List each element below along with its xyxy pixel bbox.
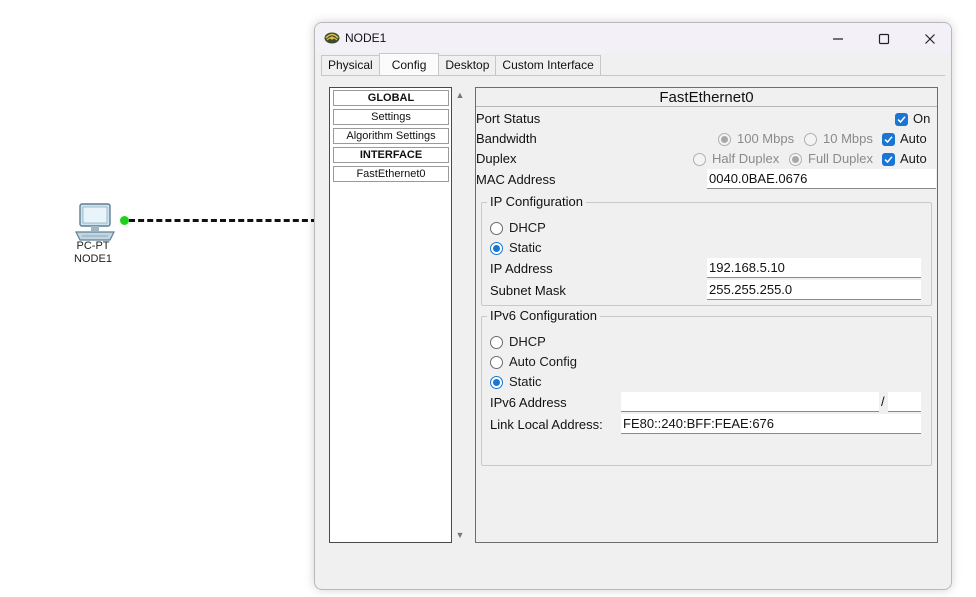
subnet-mask-field[interactable]: 255.255.255.0	[707, 280, 921, 300]
nav-item-settings[interactable]: Settings	[333, 109, 449, 125]
ipv6-prefix-slash: /	[881, 394, 885, 409]
config-nav-list: GLOBAL Settings Algorithm Settings INTER…	[329, 87, 452, 543]
link-local-address-label: Link Local Address:	[490, 417, 603, 432]
tab-custom-interface[interactable]: Custom Interface	[495, 55, 601, 75]
pc-node[interactable]: PC-PT NODE1	[68, 200, 118, 270]
close-button[interactable]	[911, 27, 949, 51]
checkbox-checked-icon	[882, 152, 895, 166]
minimize-button[interactable]	[819, 27, 857, 51]
ip-address-label: IP Address	[490, 261, 553, 276]
ipv6-prefix-field[interactable]	[888, 392, 921, 412]
bandwidth-10-radio[interactable]: 10 Mbps	[804, 131, 873, 147]
link-local-address-field[interactable]: FE80::240:BFF:FEAE:676	[621, 414, 921, 434]
link-status-dot	[120, 216, 129, 225]
ipv6-address-field[interactable]	[621, 392, 879, 412]
checkbox-checked-icon	[882, 132, 895, 146]
ipv6-static-label: Static	[509, 374, 542, 389]
nav-item-algorithm-settings[interactable]: Algorithm Settings	[333, 128, 449, 144]
duplex-auto-checkbox[interactable]: Auto	[882, 151, 927, 167]
bandwidth-10-label: 10 Mbps	[823, 131, 873, 146]
radio-disabled-icon	[789, 152, 802, 166]
ipv6-dhcp-label: DHCP	[509, 334, 546, 349]
tab-config[interactable]: Config	[378, 53, 440, 75]
radio-unselected-icon	[490, 355, 503, 369]
device-type-label: PC-PT	[76, 240, 110, 252]
duplex-full-radio[interactable]: Full Duplex	[789, 151, 873, 167]
port-status-on-label: On	[913, 111, 931, 126]
tab-desktop[interactable]: Desktop	[438, 55, 497, 75]
ip-configuration-title: IP Configuration	[487, 195, 586, 209]
nav-header-global[interactable]: GLOBAL	[333, 90, 449, 106]
ipv6-configuration-title: IPv6 Configuration	[487, 309, 600, 323]
ip-dhcp-label: DHCP	[509, 220, 546, 235]
port-status-label: Port Status	[476, 111, 541, 126]
ipv6-configuration-group	[481, 316, 932, 466]
ip-dhcp-radio[interactable]: DHCP	[490, 220, 546, 236]
mac-address-label: MAC Address	[476, 172, 556, 187]
radio-disabled-icon	[804, 132, 817, 146]
radio-disabled-icon	[718, 132, 731, 146]
network-link-cable[interactable]	[129, 219, 317, 222]
maximize-icon	[878, 33, 890, 45]
ipv6-dhcp-radio[interactable]: DHCP	[490, 334, 546, 350]
radio-selected-icon	[490, 375, 503, 389]
checkbox-checked-icon	[895, 112, 908, 126]
tab-divider	[321, 75, 945, 76]
radio-disabled-icon	[693, 152, 706, 166]
interface-panel: FastEthernet0 Port Status On Bandwidth 1…	[475, 87, 938, 543]
port-status-on-checkbox[interactable]: On	[895, 111, 930, 127]
scroll-down-icon[interactable]: ▼	[455, 530, 465, 540]
radio-selected-icon	[490, 241, 503, 255]
radio-unselected-icon	[490, 335, 503, 349]
scroll-up-icon[interactable]: ▲	[455, 90, 465, 100]
maximize-button[interactable]	[865, 27, 903, 51]
bandwidth-auto-label: Auto	[900, 131, 927, 146]
bandwidth-100-label: 100 Mbps	[737, 131, 795, 146]
bandwidth-auto-checkbox[interactable]: Auto	[882, 131, 927, 147]
tab-bar: Physical Config Desktop Custom Interface	[321, 53, 601, 75]
panel-title: FastEthernet0	[476, 88, 937, 107]
tab-physical[interactable]: Physical	[321, 55, 380, 75]
radio-unselected-icon	[490, 221, 503, 235]
mac-address-field[interactable]: 0040.0BAE.0676	[707, 169, 936, 189]
window-title: NODE1	[345, 31, 387, 45]
packet-tracer-app-icon	[324, 32, 340, 44]
duplex-label: Duplex	[476, 151, 517, 166]
device-name-label: NODE1	[74, 253, 112, 265]
window-titlebar[interactable]: NODE1	[315, 23, 951, 53]
duplex-half-radio[interactable]: Half Duplex	[693, 151, 779, 167]
bandwidth-100-radio[interactable]: 100 Mbps	[718, 131, 794, 147]
duplex-half-label: Half Duplex	[712, 151, 780, 166]
nav-scrollbar[interactable]: ▲ ▼	[453, 87, 468, 543]
ipv6-auto-config-label: Auto Config	[509, 354, 577, 369]
minimize-icon	[833, 38, 843, 40]
close-icon	[925, 34, 935, 44]
nav-header-interface[interactable]: INTERFACE	[333, 147, 449, 163]
ip-static-radio[interactable]: Static	[490, 240, 542, 256]
subnet-mask-label: Subnet Mask	[490, 283, 566, 298]
duplex-full-label: Full Duplex	[808, 151, 874, 166]
ip-address-field[interactable]: 192.168.5.10	[707, 258, 921, 278]
device-config-window: NODE1 Physical Config Desktop Custom Int…	[314, 22, 952, 590]
ipv6-static-radio[interactable]: Static	[490, 374, 542, 390]
ipv6-auto-config-radio[interactable]: Auto Config	[490, 354, 577, 370]
ipv6-address-label: IPv6 Address	[490, 395, 567, 410]
ip-static-label: Static	[509, 240, 542, 255]
duplex-auto-label: Auto	[900, 151, 927, 166]
pc-icon	[75, 203, 115, 241]
bandwidth-label: Bandwidth	[476, 131, 537, 146]
nav-item-fastethernet0[interactable]: FastEthernet0	[333, 166, 449, 182]
